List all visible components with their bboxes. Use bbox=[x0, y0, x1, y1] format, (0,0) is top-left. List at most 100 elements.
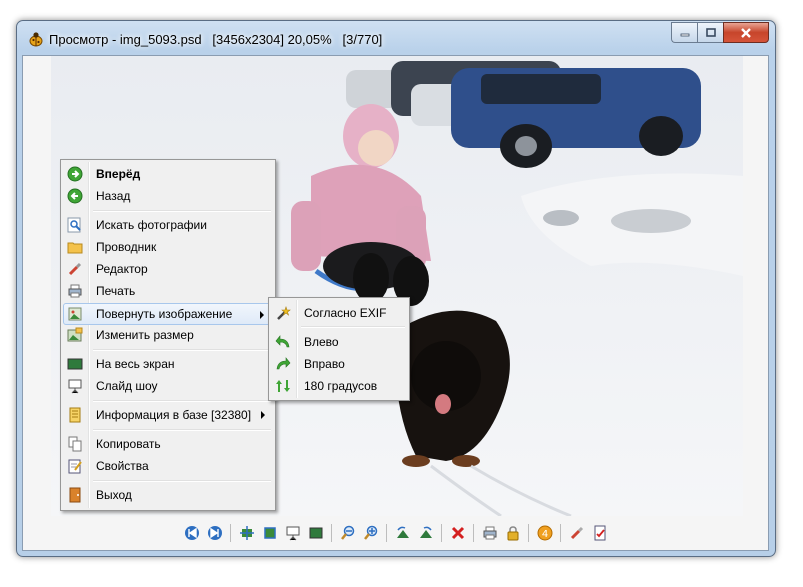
delete-button[interactable] bbox=[447, 523, 468, 544]
editor-brush-icon bbox=[67, 261, 83, 277]
rotate-right-icon bbox=[419, 526, 432, 538]
submenu-item-left[interactable]: Влево bbox=[271, 331, 407, 353]
previous-button[interactable] bbox=[181, 523, 202, 544]
slideshow-icon bbox=[67, 378, 83, 394]
maximize-icon bbox=[705, 28, 716, 37]
menu-separator bbox=[93, 400, 271, 402]
menu-separator bbox=[301, 326, 405, 328]
folder-icon bbox=[67, 239, 83, 255]
menu-item-back[interactable]: Назад bbox=[63, 185, 273, 207]
lock-button[interactable] bbox=[502, 523, 523, 544]
menu-item-label: Назад bbox=[96, 189, 131, 203]
rotate-left-icon bbox=[275, 334, 291, 350]
minimize-icon bbox=[680, 33, 689, 36]
menu-item-label: Изменить размер bbox=[96, 328, 194, 342]
editor-button[interactable] bbox=[566, 523, 587, 544]
submenu-item-label: 180 градусов bbox=[304, 379, 378, 393]
menu-item-forward[interactable]: Вперёд bbox=[63, 163, 273, 185]
menu-item-label: Искать фотографии bbox=[96, 218, 207, 232]
actual-size-icon bbox=[263, 527, 276, 539]
delete-icon bbox=[451, 526, 464, 540]
properties-icon bbox=[67, 458, 83, 474]
rotate-submenu: Согласно EXIF Влево Вправо 180 градусов bbox=[268, 297, 410, 401]
menu-item-label: Проводник bbox=[96, 240, 157, 254]
menu-item-properties[interactable]: Свойства bbox=[63, 455, 273, 477]
submenu-item-exif[interactable]: Согласно EXIF bbox=[271, 302, 407, 324]
fullscreen-button[interactable] bbox=[305, 523, 326, 544]
submenu-item-right[interactable]: Вправо bbox=[271, 353, 407, 375]
menu-item-label: На весь экран bbox=[96, 357, 175, 371]
ladybug-icon[interactable] bbox=[28, 31, 44, 47]
caption-buttons bbox=[671, 22, 769, 43]
zoom-out-icon bbox=[340, 525, 354, 540]
menu-item-search-photos[interactable]: Искать фотографии bbox=[63, 214, 273, 236]
magic-wand-icon bbox=[275, 305, 291, 321]
menu-item-label: Печать bbox=[96, 284, 136, 298]
menu-item-fullscreen[interactable]: На весь экран bbox=[63, 353, 273, 375]
minimize-button[interactable] bbox=[671, 22, 697, 43]
rotate-right-button[interactable] bbox=[415, 523, 436, 544]
context-menu: Вперёд Назад Искать фотографии Проводник… bbox=[60, 159, 276, 511]
maximize-button[interactable] bbox=[697, 22, 723, 43]
menu-item-label: Повернуть изображение bbox=[96, 307, 233, 321]
menu-item-exit[interactable]: Выход bbox=[63, 484, 273, 506]
properties-icon bbox=[594, 525, 605, 541]
menu-item-rotate-image[interactable]: Повернуть изображение bbox=[63, 303, 273, 325]
toolbar-separator bbox=[230, 524, 231, 542]
rotate-180-icon bbox=[275, 378, 291, 394]
menu-item-label: Копировать bbox=[96, 437, 161, 451]
print-icon bbox=[483, 526, 496, 540]
menu-item-database-info[interactable]: Информация в базе [32380] bbox=[63, 404, 273, 426]
rotate-left-icon bbox=[396, 526, 409, 538]
menu-item-print[interactable]: Печать bbox=[63, 280, 273, 302]
submenu-item-label: Согласно EXIF bbox=[304, 306, 387, 320]
menu-separator bbox=[93, 349, 271, 351]
zoom-out-button[interactable] bbox=[337, 523, 358, 544]
print-button[interactable] bbox=[479, 523, 500, 544]
slideshow-icon bbox=[286, 526, 299, 541]
next-button[interactable] bbox=[204, 523, 225, 544]
menu-item-slideshow[interactable]: Слайд шоу bbox=[63, 375, 273, 397]
menu-item-label: Информация в базе [32380] bbox=[96, 408, 252, 422]
back-green-icon bbox=[67, 188, 83, 204]
menu-item-editor[interactable]: Редактор bbox=[63, 258, 273, 280]
menu-separator bbox=[93, 429, 271, 431]
slideshow-button[interactable] bbox=[282, 523, 303, 544]
menu-item-label: Вперёд bbox=[96, 167, 141, 181]
menu-item-label: Выход bbox=[96, 488, 132, 502]
fit-window-button[interactable] bbox=[236, 523, 257, 544]
printer-icon bbox=[67, 283, 83, 299]
menu-separator bbox=[93, 480, 271, 482]
lock-icon bbox=[507, 526, 518, 541]
copy-icon bbox=[67, 436, 83, 452]
fullscreen-icon bbox=[309, 527, 322, 539]
submenu-item-label: Вправо bbox=[304, 357, 345, 371]
fit-window-icon bbox=[239, 526, 254, 540]
menu-item-resize[interactable]: Изменить размер bbox=[63, 324, 273, 346]
actual-size-button[interactable] bbox=[259, 523, 280, 544]
toolbar-separator bbox=[441, 524, 442, 542]
rotate-image-icon bbox=[67, 306, 83, 322]
close-button[interactable] bbox=[723, 22, 769, 43]
bottom-toolbar: 4 bbox=[23, 520, 768, 546]
submenu-item-180[interactable]: 180 градусов bbox=[271, 375, 407, 397]
menu-item-copy[interactable]: Копировать bbox=[63, 433, 273, 455]
forward-green-icon bbox=[67, 166, 83, 182]
menu-item-label: Слайд шоу bbox=[96, 379, 158, 393]
zoom-in-button[interactable] bbox=[360, 523, 381, 544]
submenu-arrow-icon bbox=[260, 311, 264, 319]
info-icon: 4 bbox=[537, 525, 552, 541]
window-title: Просмотр - img_5093.psd [3456x2304] 20,0… bbox=[49, 32, 383, 47]
properties-button[interactable] bbox=[589, 523, 610, 544]
menu-item-label: Редактор bbox=[96, 262, 148, 276]
menu-item-explorer[interactable]: Проводник bbox=[63, 236, 273, 258]
svg-text:4: 4 bbox=[541, 529, 547, 540]
submenu-arrow-icon bbox=[261, 411, 265, 419]
info-button[interactable]: 4 bbox=[534, 523, 555, 544]
close-icon bbox=[741, 27, 751, 38]
rotate-right-icon bbox=[275, 356, 291, 372]
search-photos-icon bbox=[67, 217, 83, 233]
rotate-left-button[interactable] bbox=[392, 523, 413, 544]
next-icon bbox=[207, 526, 222, 540]
title-bar[interactable]: Просмотр - img_5093.psd [3456x2304] 20,0… bbox=[17, 21, 775, 55]
